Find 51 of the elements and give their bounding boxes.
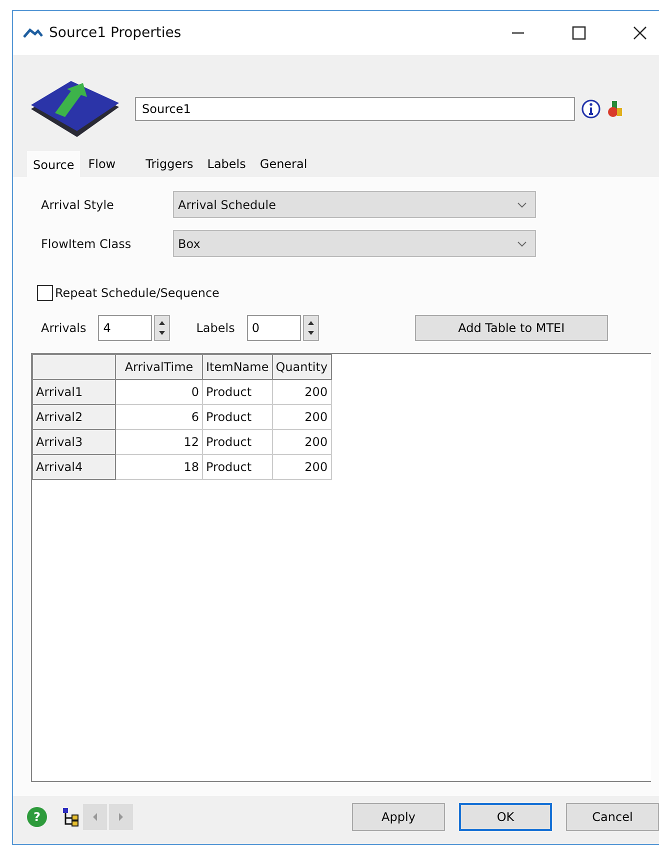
table-cell: 200 [272,380,332,404]
column-header: ArrivalTime [116,354,202,380]
field-label: FlowItem Class [41,236,132,250]
column-header: ItemName [202,354,272,380]
dropdown[interactable]: Box [173,230,536,257]
help-button[interactable]: ? [27,807,47,827]
table-cell: Product [202,430,272,454]
table-cell: 200 [272,404,332,430]
chevron-down-icon[interactable] [517,202,527,208]
dropdown[interactable]: Arrival Schedule [173,191,536,218]
row-header: Arrival3 [32,430,116,454]
field-label: Arrival Style [41,198,115,212]
close-icon[interactable] [633,26,647,40]
tab[interactable]: Triggers [140,151,200,177]
row-header: Arrival1 [32,380,116,404]
name-field[interactable]: Source1 [135,97,575,121]
table-cell: 200 [272,454,332,480]
table-cell: 0 [116,380,202,404]
dialog-button[interactable]: OK [459,803,552,831]
shapes-icon[interactable] [607,99,623,119]
checkbox[interactable] [37,285,53,301]
table-cell: Product [202,454,272,480]
spinner-label: Arrivals [41,321,86,335]
add-table-button[interactable]: Add Table to MTEI [414,315,608,341]
row-header: Arrival4 [32,454,116,480]
tab[interactable]: General [254,151,314,177]
tab[interactable]: Labels [201,151,252,177]
chevron-down-icon[interactable] [517,240,527,246]
tab[interactable]: Source [27,151,80,177]
number-field[interactable]: 4 [98,315,152,341]
maximize-icon[interactable] [572,26,586,40]
table-cell: 12 [116,430,202,454]
row-header: Arrival2 [32,404,116,430]
spinner-arrows-icon[interactable] [154,315,170,341]
number-field[interactable]: 0 [246,315,301,341]
checkbox-label: Repeat Schedule/Sequence [55,286,220,300]
table-cell: 6 [116,404,202,430]
table-cell: 200 [272,430,332,454]
tree-icon[interactable] [61,807,81,827]
spinner-arrows-icon[interactable] [302,315,319,341]
column-header: Quantity [272,354,332,380]
info-icon[interactable] [581,99,601,119]
table-cell: 18 [116,454,202,480]
dialog-button[interactable]: Apply [352,803,445,831]
app-icon [23,27,43,39]
dialog-button[interactable]: Cancel [566,803,659,831]
table-cell: Product [202,380,272,404]
spinner-label: Labels [196,321,235,335]
tab[interactable]: Flow [82,151,122,177]
window-title: Source1 Properties [49,25,182,41]
table-cell: Product [202,404,272,430]
